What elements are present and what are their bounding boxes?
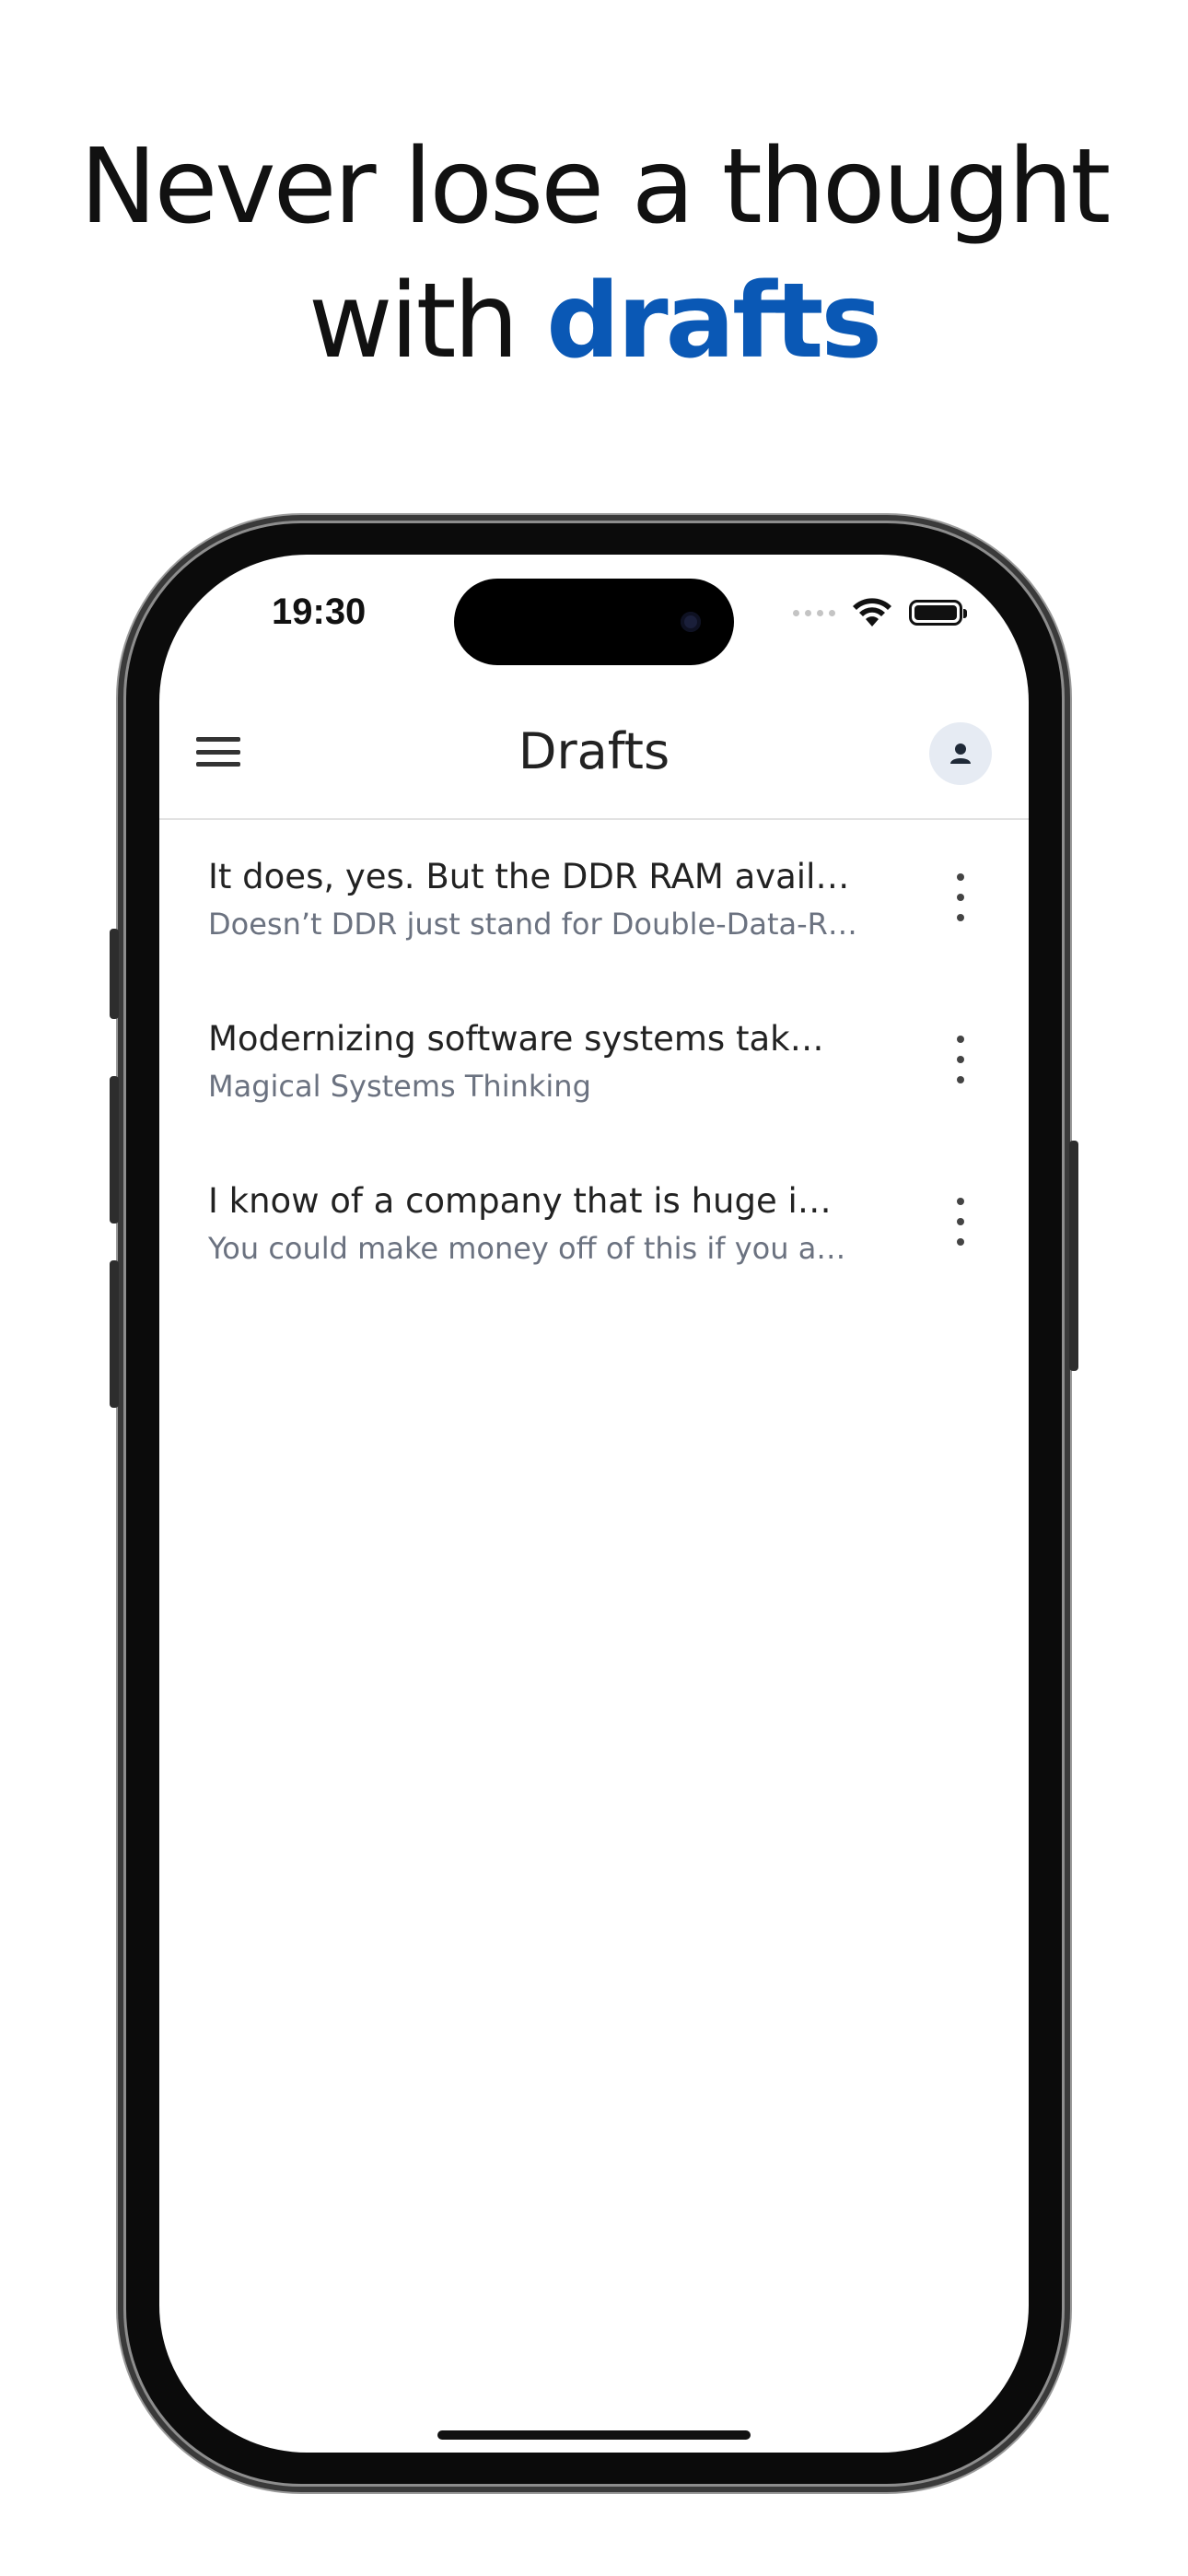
battery-icon [909, 600, 967, 626]
draft-title: It does, yes. But the DDR RAM avail… [208, 857, 850, 896]
volume-up-button [110, 1076, 119, 1224]
draft-subtitle: You could make money off of this if you … [208, 1231, 846, 1266]
draft-subtitle: Doesn’t DDR just stand for Double-Data-R… [208, 907, 857, 942]
wifi-icon [853, 598, 891, 626]
dynamic-island [454, 579, 734, 665]
headline-line-1: Never lose a thought [79, 127, 1112, 247]
phone-screen: 19:30 Drafts It does, yes. But the DDR R… [159, 555, 1029, 2453]
list-item[interactable]: Modernizing software systems tak… Magica… [159, 982, 1029, 1144]
cellular-signal-icon [793, 609, 835, 616]
power-button [1069, 1141, 1078, 1371]
headline-accent: drafts [546, 262, 882, 381]
more-vert-icon[interactable] [949, 873, 972, 921]
more-vert-icon[interactable] [949, 1198, 972, 1246]
headline-line-2: with drafts [0, 254, 1188, 389]
action-button [110, 929, 119, 1019]
page-title: Drafts [518, 722, 670, 780]
draft-title: I know of a company that is huge i… [208, 1181, 832, 1221]
app-bar: Drafts [159, 693, 1029, 820]
phone-frame: 19:30 Drafts It does, yes. But the DDR R… [110, 523, 1078, 2484]
list-item[interactable]: I know of a company that is huge i… You … [159, 1144, 1029, 1306]
more-vert-icon[interactable] [949, 1036, 972, 1083]
status-indicators [793, 597, 967, 628]
list-item[interactable]: It does, yes. But the DDR RAM avail… Doe… [159, 820, 1029, 982]
camera-icon [681, 612, 701, 632]
headline: Never lose a thought with drafts [0, 120, 1188, 389]
headline-prefix: with [308, 262, 547, 381]
account-avatar-button[interactable] [929, 722, 992, 785]
volume-down-button [110, 1260, 119, 1408]
drafts-list: It does, yes. But the DDR RAM avail… Doe… [159, 820, 1029, 1306]
draft-title: Modernizing software systems tak… [208, 1019, 824, 1059]
person-icon [950, 744, 971, 764]
draft-subtitle: Magical Systems Thinking [208, 1069, 591, 1104]
home-indicator[interactable] [437, 2430, 751, 2440]
status-time: 19:30 [272, 591, 367, 632]
